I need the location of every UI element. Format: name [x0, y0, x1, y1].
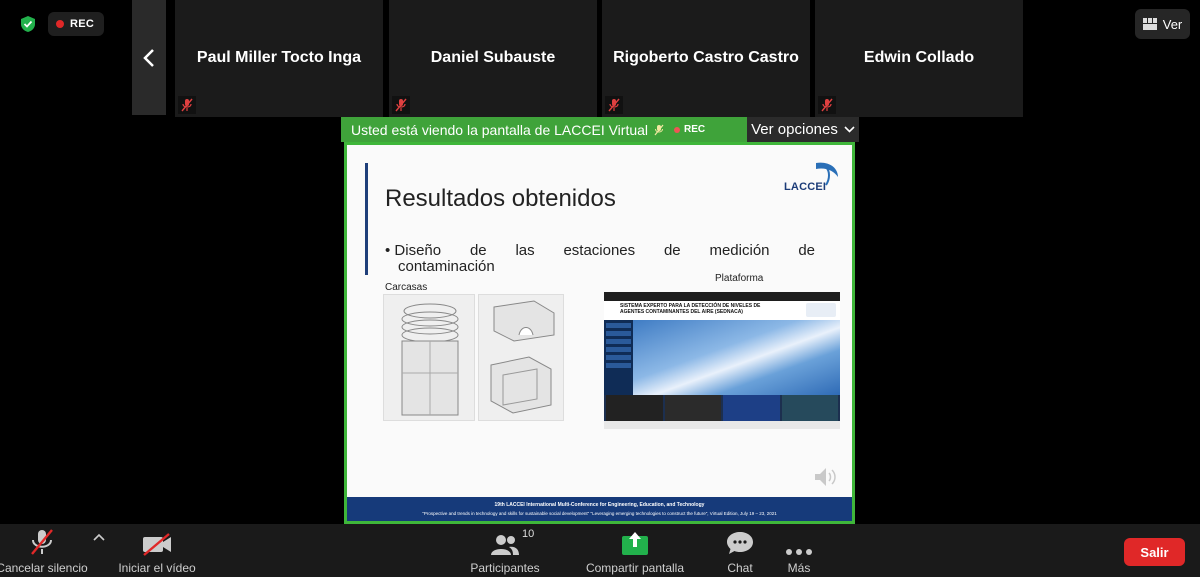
laccei-logo-text: LACCEI [784, 181, 827, 193]
share-rec-label: REC [684, 124, 706, 135]
more-button[interactable]: Más [776, 524, 822, 577]
muted-mic-icon [654, 124, 664, 135]
unmute-label: Cancelar silencio [0, 561, 88, 575]
speaker-icon [812, 465, 838, 489]
screen-share-banner: Usted está viendo la pantalla de LACCEI … [341, 117, 749, 142]
view-layout-button[interactable]: Ver [1135, 9, 1190, 39]
muted-mic-icon [605, 96, 623, 114]
unmute-button[interactable]: Cancelar silencio [0, 524, 88, 577]
participant-name: Daniel Subauste [430, 49, 556, 66]
share-recording-indicator: REC [674, 124, 705, 135]
view-options-dropdown[interactable]: Ver opciones [747, 117, 859, 142]
participants-label: Participantes [470, 561, 540, 575]
participant-name: Edwin Collado [863, 49, 975, 66]
participants-count: 10 [522, 528, 535, 540]
chevron-down-icon [844, 126, 855, 133]
chat-label: Chat [727, 561, 753, 575]
platform-logo [806, 303, 836, 317]
participant-tile[interactable]: Rigoberto Castro Castro [602, 0, 810, 117]
chevron-left-icon [143, 48, 154, 67]
muted-mic-icon [818, 96, 836, 114]
previous-page-button[interactable] [132, 0, 166, 115]
bullet-word: estaciones [563, 242, 636, 259]
participant-strip: Paul Miller Tocto Inga Daniel Subauste R… [0, 0, 1200, 117]
footer-line-2: "Prospective and trends in technology an… [422, 511, 777, 516]
start-video-label: Iniciar el vídeo [118, 561, 196, 575]
bullet-word: de [469, 242, 487, 259]
slide-footer: 19th LACCEI International Multi-Conferen… [347, 497, 852, 521]
participant-name: Rigoberto Castro Castro [613, 49, 799, 66]
bullet-word: las [515, 242, 535, 259]
share-banner-text: Usted está viendo la pantalla de LACCEI … [351, 121, 649, 138]
participant-name: Paul Miller Tocto Inga [196, 49, 362, 66]
shared-screen[interactable]: Resultados obtenidos LACCEI • Diseño de … [344, 142, 855, 524]
platform-sidebar [604, 320, 633, 395]
slide-accent-bar [365, 163, 368, 275]
participant-tile[interactable]: Edwin Collado [815, 0, 1023, 117]
grid-view-icon [1142, 18, 1157, 30]
participants-icon [491, 535, 519, 555]
bullet-word: de [798, 242, 815, 259]
slide-bullet: • Diseño de las estaciones de medición d… [385, 243, 815, 275]
slide-title: Resultados obtenidos [385, 185, 616, 212]
platform-topbar [604, 292, 840, 301]
muted-mic-icon [31, 529, 53, 555]
share-screen-label: Compartir pantalla [585, 561, 685, 575]
share-screen-button[interactable]: Compartir pantalla [578, 524, 692, 577]
platform-sky-image [633, 320, 840, 395]
view-options-label: Ver opciones [751, 121, 838, 138]
footer-line-1: 19th LACCEI International Multi-Conferen… [494, 502, 705, 508]
leave-meeting-button[interactable]: Salir [1124, 538, 1185, 566]
chat-icon [727, 532, 753, 554]
muted-mic-icon [178, 96, 196, 114]
recording-dot-icon [674, 126, 681, 133]
meeting-toolbar: Cancelar silencio Iniciar el vídeo Parti… [0, 524, 1200, 577]
housing-parts-cad-image [478, 294, 564, 421]
view-label: Ver [1162, 16, 1183, 32]
bullet-word: de [663, 242, 681, 259]
laccei-logo: LACCEI [782, 159, 842, 195]
muted-mic-icon [392, 96, 410, 114]
platform-taskbar [604, 421, 840, 429]
platform-header-text: SISTEMA EXPERTO PARA LA DETECCIÓN DE NIV… [620, 303, 761, 315]
participant-tile[interactable]: Daniel Subauste [389, 0, 597, 117]
bullet-word: medición [709, 242, 770, 259]
start-video-button[interactable]: Iniciar el vídeo [112, 524, 202, 577]
more-dots-icon [786, 549, 812, 555]
share-screen-icon [622, 532, 648, 555]
caption-plataforma: Plataforma [715, 273, 764, 284]
audio-options-chevron-up-icon[interactable] [93, 530, 105, 544]
platform-screenshot: SISTEMA EXPERTO PARA LA DETECCIÓN DE NIV… [604, 292, 840, 429]
caption-carcasas: Carcasas [385, 282, 428, 293]
bullet-word: • Diseño [385, 242, 442, 259]
more-label: Más [787, 561, 811, 575]
video-off-icon [143, 533, 171, 556]
platform-tiles [604, 395, 840, 421]
chat-button[interactable]: Chat [715, 524, 765, 577]
housing-cad-image [383, 294, 475, 421]
participant-tile[interactable]: Paul Miller Tocto Inga [175, 0, 383, 117]
participants-button[interactable]: Participantes [463, 524, 547, 577]
platform-header: SISTEMA EXPERTO PARA LA DETECCIÓN DE NIV… [604, 301, 840, 320]
